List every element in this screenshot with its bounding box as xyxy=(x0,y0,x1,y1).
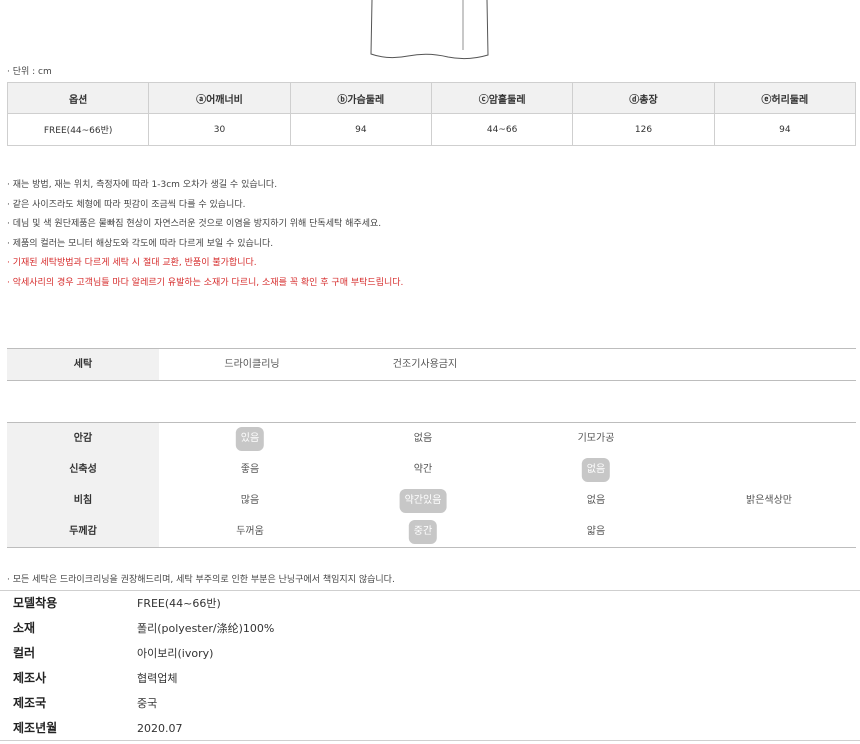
size-header-length: ⓓ총장 xyxy=(572,82,715,114)
property-label: 두께감 xyxy=(69,526,97,537)
note-item: · 재는 방법, 재는 위치, 측정자에 따라 1-3cm 오차가 생길 수 있… xyxy=(7,180,278,190)
info-key: 제조국 xyxy=(13,696,47,710)
info-value: 협력업체 xyxy=(137,672,178,685)
dress-illustration xyxy=(370,0,489,60)
product-info: 모델착용 FREE(44~66반) 소재 폴리(polyester/涤纶)100… xyxy=(0,590,860,741)
info-key: 제조년월 xyxy=(13,721,58,735)
info-row-color: 컬러 아이보리(ivory) xyxy=(0,641,860,666)
wash-disclaimer: · 모든 세탁은 드라이크리닝을 권장해드리며, 세탁 부주의로 인한 부분은 … xyxy=(7,575,395,585)
info-row-date: 제조년월 2020.07 xyxy=(0,716,860,741)
size-header-shoulder: ⓐ어깨너비 xyxy=(148,82,291,114)
info-row-model-size: 모델착용 FREE(44~66반) xyxy=(0,591,860,616)
property-label: 안감 xyxy=(73,433,93,444)
note-item: · 제품의 컬러는 모니터 해상도와 각도에 따라 다르게 보일 수 있습니다. xyxy=(7,238,274,249)
property-option: 얇음 xyxy=(586,526,606,537)
size-cell-length: 126 xyxy=(572,113,715,146)
info-key: 모델착용 xyxy=(13,596,58,610)
size-cell-waist: 94 xyxy=(713,113,857,146)
info-row-manufacturer: 제조사 협력업체 xyxy=(0,666,860,691)
property-label: 비침 xyxy=(73,495,93,506)
info-value: FREE(44~66반) xyxy=(137,597,221,610)
property-option: 없음 xyxy=(413,433,433,444)
info-row-country: 제조국 중국 xyxy=(0,691,860,716)
note-item-warning: · 악세사리의 경우 고객님들 마다 알레르기 유발하는 소재가 다르니, 소재… xyxy=(7,277,404,288)
info-value: 폴리(polyester/涤纶)100% xyxy=(137,622,275,635)
property-option: 두꺼움 xyxy=(236,526,264,537)
property-option: 좋음 xyxy=(240,464,260,475)
property-option: 기모가공 xyxy=(577,433,615,444)
info-row-material: 소재 폴리(polyester/涤纶)100% xyxy=(0,616,860,641)
washing-option-no-dryer: 건조기사용금지 xyxy=(392,359,458,370)
property-row-thickness: 두께감 두꺼움 중간 얇음 xyxy=(7,516,856,547)
size-cell-armhole: 44~66 xyxy=(430,113,574,146)
size-table-header: 옵션 ⓐ어깨너비 ⓑ가슴둘레 ⓒ암홀둘레 ⓓ총장 ⓔ허리둘레 xyxy=(6,82,857,114)
washing-section: 세탁 드라이클리닝 건조기사용금지 xyxy=(7,348,856,381)
property-row-stretch: 신축성 좋음 약간 없음 xyxy=(7,454,856,485)
size-table: 옵션 ⓐ어깨너비 ⓑ가슴둘레 ⓒ암홀둘레 ⓓ총장 ⓔ허리둘레 FREE(44~6… xyxy=(6,82,857,146)
property-option-selected: 있음 xyxy=(235,427,265,451)
note-item-warning: · 기재된 세탁방법과 다르게 세탁 시 절대 교환, 반품이 불가합니다. xyxy=(7,258,257,269)
size-notes: · 재는 방법, 재는 위치, 측정자에 따라 1-3cm 오차가 생길 수 있… xyxy=(7,176,852,294)
property-label: 신축성 xyxy=(69,464,97,475)
washing-option-dryclean: 드라이클리닝 xyxy=(224,359,280,370)
info-value: 중국 xyxy=(137,697,158,710)
property-option-selected: 없음 xyxy=(581,458,611,482)
info-value: 2020.07 xyxy=(137,722,183,735)
washing-label: 세탁 xyxy=(7,349,159,380)
info-key: 제조사 xyxy=(13,671,47,685)
size-header-chest: ⓑ가슴둘레 xyxy=(289,82,432,114)
property-option-selected: 중간 xyxy=(408,520,438,544)
property-option: 없음 xyxy=(586,495,606,506)
property-row-lining: 안감 있음 없음 기모가공 xyxy=(7,423,856,454)
property-option: 약간 xyxy=(413,464,433,475)
property-option-selected: 약간있음 xyxy=(399,489,447,513)
size-cell-shoulder: 30 xyxy=(148,113,291,146)
size-header-option: 옵션 xyxy=(6,82,150,114)
size-cell-option: FREE(44~66반) xyxy=(6,113,150,146)
info-value: 아이보리(ivory) xyxy=(137,647,214,660)
note-item: · 같은 사이즈라도 체형에 따라 핏감이 조금씩 다를 수 있습니다. xyxy=(7,199,246,210)
info-key: 컬러 xyxy=(13,646,36,660)
size-header-armhole: ⓒ암홀둘레 xyxy=(430,82,574,114)
fabric-properties: 안감 있음 없음 기모가공 신축성 좋음 약간 없음 비침 많음 약간있음 없음… xyxy=(7,422,856,548)
property-row-sheerness: 비침 많음 약간있음 없음 밝은색상만 xyxy=(7,485,856,516)
note-item: · 데님 및 색 원단제품은 물빠짐 현상이 자연스러운 것으로 이염을 방지하… xyxy=(7,219,382,230)
size-cell-chest: 94 xyxy=(289,113,432,146)
unit-note: · 단위 : cm xyxy=(7,67,52,77)
size-header-waist: ⓔ허리둘레 xyxy=(713,82,857,114)
info-key: 소재 xyxy=(13,621,36,635)
property-option: 밝은색상만 xyxy=(746,495,792,506)
property-option: 많음 xyxy=(240,495,260,506)
table-row: FREE(44~66반) 30 94 44~66 126 94 xyxy=(6,113,857,146)
